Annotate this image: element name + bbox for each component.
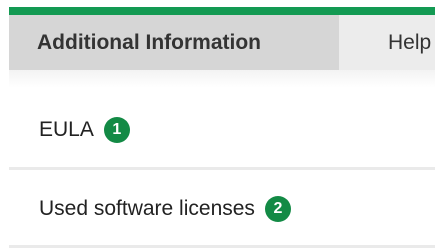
additional-information-panel: Additional Information Help EULA 1 Used …	[0, 0, 435, 248]
step-badge-1: 1	[103, 117, 130, 143]
eula-label: EULA	[39, 118, 94, 141]
tab-help[interactable]: Help	[388, 15, 431, 70]
used-software-licenses-link[interactable]: Used software licenses 2	[9, 174, 435, 244]
eula-link[interactable]: EULA 1	[9, 95, 435, 165]
step-badge-2: 2	[264, 196, 291, 222]
tab-additional-information[interactable]: Additional Information	[9, 15, 339, 70]
tab-strip: Additional Information Help	[9, 15, 435, 70]
accent-bar	[9, 7, 435, 15]
tab-strip-shadow	[9, 70, 435, 88]
used-software-licenses-label: Used software licenses	[39, 197, 255, 220]
tab-label: Help	[388, 30, 432, 54]
tab-label: Additional Information	[37, 30, 261, 54]
divider	[9, 167, 435, 170]
